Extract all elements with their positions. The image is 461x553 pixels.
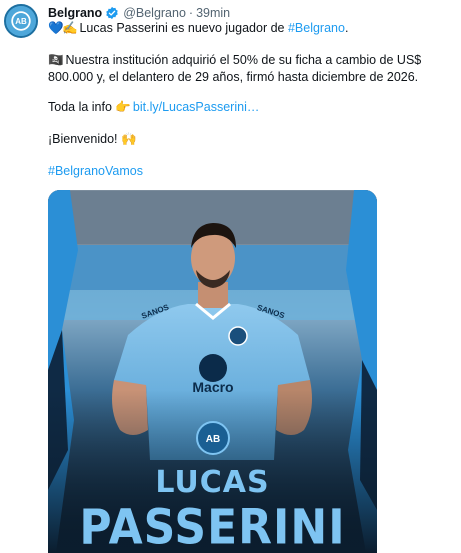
- raised-hands-icon: 🙌: [120, 132, 137, 146]
- tweet-line-4: ¡Bienvenido! 🙌: [48, 131, 453, 148]
- avatar[interactable]: AB: [4, 4, 38, 38]
- tweet-line-1: 💙✍️ Lucas Passerini es nuevo jugador de …: [48, 20, 453, 37]
- tweet-text: Lucas Passerini es nuevo jugador de: [79, 21, 288, 35]
- author-handle[interactable]: @Belgrano: [123, 6, 186, 20]
- belgrano-crest-icon: AB: [6, 6, 36, 36]
- tweet-media[interactable]: Macro SANOS SANOS AB LUCAS PASSERINI: [48, 190, 377, 553]
- pointing-hand-icon: 👉: [115, 100, 131, 114]
- verified-badge-icon: [105, 6, 119, 20]
- player-last-name: PASSERINI: [79, 499, 346, 553]
- separator-dot: ·: [188, 6, 194, 20]
- info-link[interactable]: bit.ly/LucasPasserini…: [133, 100, 259, 114]
- club-crest-text: AB: [206, 434, 220, 445]
- timestamp[interactable]: 39min: [196, 6, 230, 20]
- writing-hand-icon: ✍️: [62, 21, 78, 35]
- tweet[interactable]: AB Belgrano @Belgrano · 39min 💙✍️ Lucas …: [0, 0, 461, 553]
- blue-heart-icon: 💙: [48, 21, 64, 35]
- tweet-text-end: .: [344, 21, 349, 35]
- hashtag-belgranovamos[interactable]: #BelgranoVamos: [48, 164, 143, 178]
- pirate-flag-icon: 🏴‍☠️: [48, 53, 64, 67]
- crest-letters: AB: [15, 17, 27, 26]
- author-name[interactable]: Belgrano: [48, 6, 102, 20]
- tweet-line-5: #BelgranoVamos: [48, 163, 453, 180]
- tweet-text: ¡Bienvenido!: [48, 132, 121, 146]
- player-first-name: LUCAS: [155, 465, 270, 500]
- tweet-line-2: 🏴‍☠️ Nuestra institución adquirió el 50%…: [48, 52, 453, 86]
- hashtag-belgrano[interactable]: #Belgrano: [288, 21, 345, 35]
- tweet-text: Nuestra institución adquirió el 50% de s…: [48, 53, 422, 84]
- tweet-line-3: Toda la info 👉 bit.ly/LucasPasserini…: [48, 99, 453, 116]
- tweet-text: Toda la info: [48, 100, 116, 114]
